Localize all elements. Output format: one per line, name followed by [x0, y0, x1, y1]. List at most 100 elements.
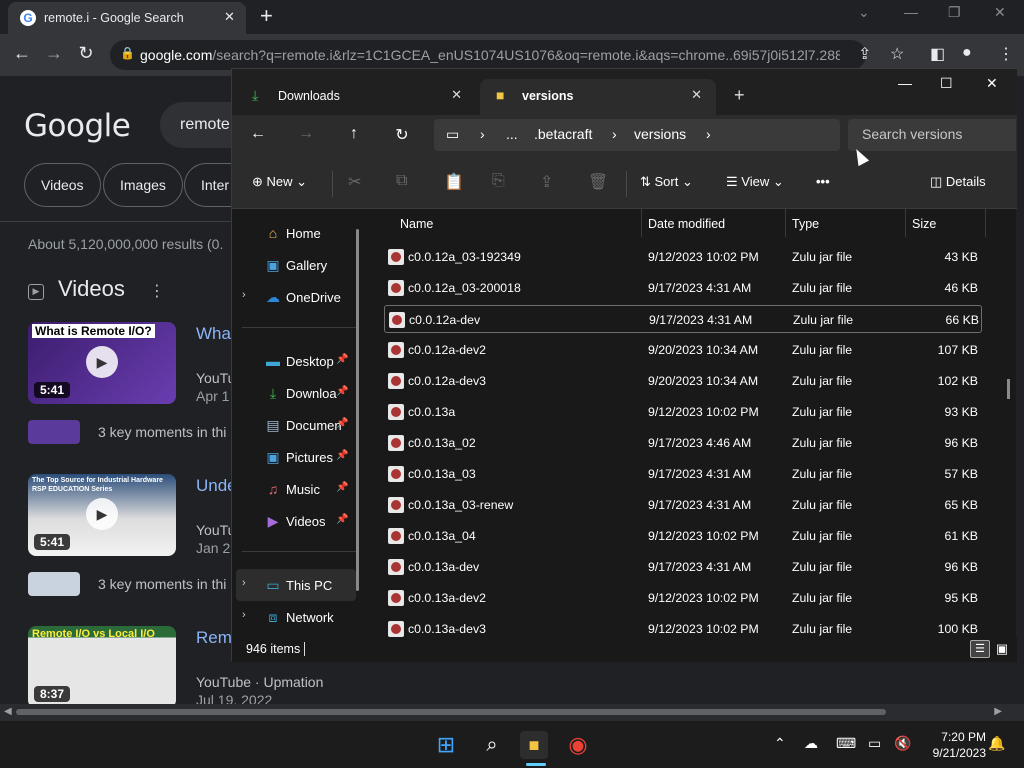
sidebar-item-onedrive[interactable]: › ☁ OneDrive — [232, 281, 364, 313]
file-row[interactable]: c0.0.13a_03 9/17/2023 4:31 AM Zulu jar fil… — [384, 460, 982, 488]
volume-muted-icon[interactable]: 🔇 — [894, 735, 911, 752]
close-tab-icon[interactable]: ✕ — [691, 87, 702, 103]
up-arrow-icon[interactable]: ↑ — [344, 125, 364, 143]
column-header-date[interactable]: Date modified — [648, 217, 725, 231]
minimize-icon[interactable]: — — [898, 75, 912, 91]
forward-arrow-icon[interactable]: → — [296, 125, 316, 143]
new-button[interactable]: ⊕ New ⌄ — [252, 174, 307, 190]
sidebar-item-downloads[interactable]: ⤓ Downloa 📌 — [232, 377, 364, 409]
tab-versions[interactable]: ■ versions ✕ — [480, 79, 716, 115]
copy-icon[interactable]: ⧉ — [396, 172, 407, 190]
sidebar-scrollbar[interactable] — [356, 229, 359, 591]
share-icon[interactable]: ⇪ — [858, 44, 871, 64]
details-button[interactable]: ◫ Details — [930, 174, 986, 190]
file-row[interactable]: c0.0.12a-dev3 9/20/2023 10:34 AM Zulu jar … — [384, 367, 982, 395]
clock[interactable]: 7:20 PM 9/21/2023 — [918, 729, 986, 761]
more-options-icon[interactable]: ⋮ — [149, 283, 165, 300]
column-header-type[interactable]: Type — [792, 217, 819, 231]
file-row[interactable]: c0.0.13a-dev2 9/12/2023 10:02 PM Zulu jar … — [384, 584, 982, 612]
file-row[interactable]: c0.0.13a 9/12/2023 10:02 PM Zulu jar file 9… — [384, 398, 982, 426]
file-row[interactable]: c0.0.13a-dev3 9/12/2023 10:02 PM Zulu jar … — [384, 615, 982, 637]
forward-arrow-icon[interactable]: → — [42, 43, 66, 64]
side-panel-icon[interactable]: ◧ — [930, 44, 945, 64]
sidebar-item-videos[interactable]: ▶ Videos 📌 — [232, 505, 364, 537]
chip-videos[interactable]: Videos — [24, 163, 101, 207]
new-tab-button[interactable]: + — [734, 85, 745, 106]
cut-icon[interactable]: ✂ — [348, 172, 361, 192]
windows-start-icon[interactable]: ⊞ — [432, 731, 460, 759]
chrome-menu-icon[interactable]: ⋮ — [998, 44, 1014, 64]
google-logo[interactable]: Google — [24, 108, 131, 144]
tab-search-chevron-icon[interactable]: ⌄ — [858, 4, 870, 21]
pin-icon[interactable]: 📌 — [336, 482, 348, 493]
video-thumbnail[interactable]: The Top Source for Industrial Hardware R… — [28, 474, 176, 556]
paste-icon[interactable]: 📋 — [444, 172, 464, 192]
video-title[interactable]: Rem — [196, 628, 232, 648]
notification-bell-icon[interactable]: 🔔 — [988, 735, 1005, 752]
pin-icon[interactable]: 📌 — [336, 354, 348, 365]
restore-icon[interactable]: ❐ — [948, 4, 961, 21]
chrome-tab[interactable]: G remote.i - Google Search ✕ — [8, 2, 246, 34]
chevron-right-icon[interactable]: › — [242, 577, 246, 589]
video-title[interactable]: What — [196, 324, 236, 344]
column-header-size[interactable]: Size — [912, 217, 936, 231]
sidebar-item-music[interactable]: ♫ Music 📌 — [232, 473, 364, 505]
address-bar[interactable]: 🔒 google.com/search?q=remote.i&rlz=1C1GC… — [110, 40, 866, 70]
file-explorer-taskbar-icon[interactable]: ■ — [520, 731, 548, 759]
minimize-icon[interactable]: — — [904, 4, 918, 20]
reload-icon[interactable]: ↻ — [74, 43, 98, 64]
rename-icon[interactable]: ⎘ — [492, 172, 505, 190]
sidebar-item-network[interactable]: › ⧈ Network — [232, 601, 364, 633]
file-row[interactable]: c0.0.12a-dev2 9/20/2023 10:34 AM Zulu jar … — [384, 336, 982, 364]
scrollbar-thumb[interactable] — [16, 709, 886, 715]
breadcrumb-item[interactable]: versions — [634, 126, 686, 142]
file-row[interactable]: c0.0.12a_03-200018 9/17/2023 4:31 AM Zulu … — [384, 274, 982, 302]
maximize-icon[interactable]: ☐ — [940, 75, 953, 92]
sidebar-item-this-pc[interactable]: › ▭ This PC — [236, 569, 356, 601]
back-arrow-icon[interactable]: ← — [10, 43, 34, 64]
breadcrumb-overflow[interactable]: ... — [506, 126, 518, 142]
sort-button[interactable]: ⇅ Sort ⌄ — [640, 174, 693, 190]
file-row[interactable]: c0.0.13a_02 9/17/2023 4:46 AM Zulu jar fil… — [384, 429, 982, 457]
scroll-right-icon[interactable]: ▶ — [994, 706, 1002, 717]
sidebar-item-documents[interactable]: ▤ Documen 📌 — [232, 409, 364, 441]
sidebar-item-gallery[interactable]: ▣ Gallery — [232, 249, 364, 281]
back-arrow-icon[interactable]: ← — [248, 125, 268, 143]
chevron-up-icon[interactable]: ⌃ — [774, 735, 786, 752]
scroll-left-icon[interactable]: ◀ — [4, 706, 12, 717]
chevron-right-icon[interactable]: › — [242, 289, 246, 301]
profile-icon[interactable]: ● — [962, 44, 972, 62]
sidebar-item-pictures[interactable]: ▣ Pictures 📌 — [232, 441, 364, 473]
delete-icon[interactable]: 🗑 — [588, 172, 608, 192]
file-row[interactable]: c0.0.13a_04 9/12/2023 10:02 PM Zulu jar fi… — [384, 522, 982, 550]
file-row[interactable]: c0.0.13a_03-renew 9/17/2023 4:31 AM Zulu j… — [384, 491, 982, 519]
details-view-icon[interactable]: ☰ — [970, 640, 990, 658]
pin-icon[interactable]: 📌 — [336, 386, 348, 397]
breadcrumb-item[interactable]: .betacraft — [534, 126, 592, 142]
keyboard-icon[interactable]: ⌨ — [836, 735, 856, 752]
new-tab-button[interactable]: + — [260, 4, 280, 28]
pin-icon[interactable]: 📌 — [336, 418, 348, 429]
video-thumbnail[interactable]: Remote I/O vs Local I/O 8:37 — [28, 626, 176, 708]
close-tab-icon[interactable]: ✕ — [224, 9, 235, 25]
onedrive-icon[interactable]: ☁ — [804, 735, 818, 752]
close-window-icon[interactable]: ✕ — [994, 4, 1006, 21]
video-thumbnail[interactable]: What is Remote I/O? ▶ 5:41 — [28, 322, 176, 404]
file-list-scrollbar[interactable] — [1007, 379, 1010, 399]
sidebar-item-home[interactable]: ⌂ Home — [232, 217, 364, 249]
close-tab-icon[interactable]: ✕ — [451, 87, 462, 103]
file-row[interactable]: c0.0.12a-dev 9/17/2023 4:31 AM Zulu jar fi… — [384, 305, 982, 333]
search-input[interactable]: Search versions — [848, 119, 1016, 151]
tab-downloads[interactable]: ⤓ Downloads ✕ — [236, 79, 476, 115]
tiles-view-icon[interactable]: ▣ — [992, 640, 1012, 658]
file-row[interactable]: c0.0.13a-dev 9/17/2023 4:31 AM Zulu jar fi… — [384, 553, 982, 581]
chevron-right-icon[interactable]: › — [242, 609, 246, 621]
refresh-icon[interactable]: ↻ — [392, 125, 412, 145]
close-window-icon[interactable]: ✕ — [986, 75, 998, 92]
view-button[interactable]: ☰ View ⌄ — [726, 174, 784, 190]
bookmark-star-icon[interactable]: ☆ — [890, 44, 904, 64]
pin-icon[interactable]: 📌 — [336, 514, 348, 525]
network-icon[interactable]: ▭ — [868, 735, 881, 752]
sidebar-item-desktop[interactable]: ▬ Desktop 📌 — [232, 345, 364, 377]
search-icon[interactable]: ⌕ — [478, 731, 506, 759]
